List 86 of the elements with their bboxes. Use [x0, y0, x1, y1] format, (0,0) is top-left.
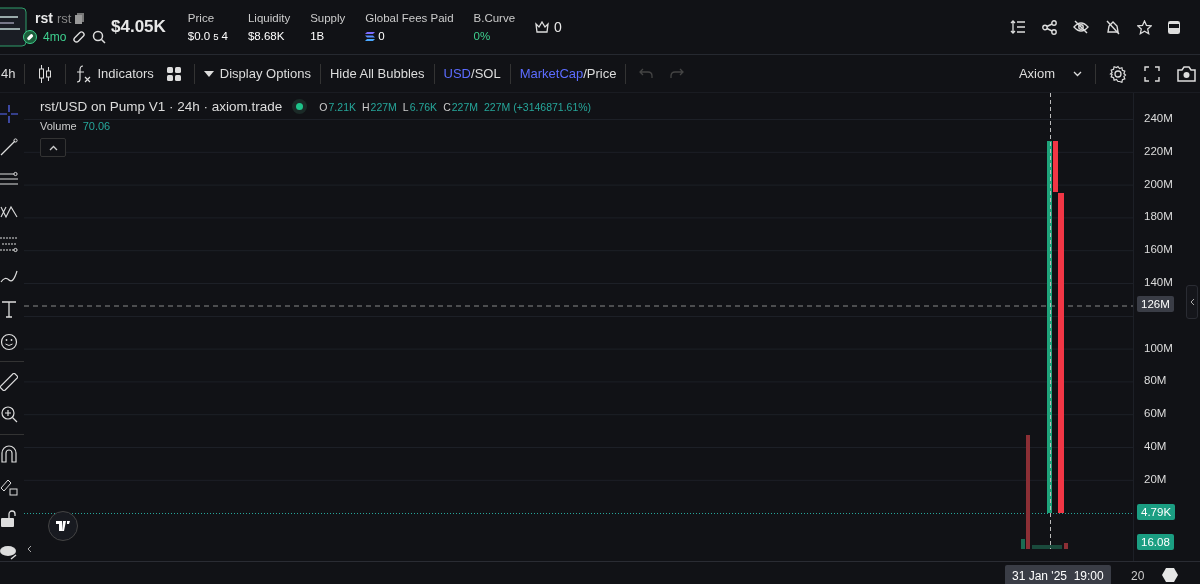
- price-axis-label: 200M: [1144, 177, 1173, 190]
- chevron-left-icon[interactable]: [27, 545, 32, 553]
- stat-label: Supply: [310, 12, 346, 24]
- price-axis-label: 180M: [1144, 210, 1173, 223]
- copy-icon[interactable]: [75, 12, 85, 24]
- price-axis-label: 240M: [1144, 112, 1173, 124]
- token-thumbnail: [0, 6, 27, 48]
- price-axis-label: 60M: [1144, 407, 1167, 420]
- token-name: rst: [56, 10, 72, 26]
- settings-icon[interactable]: [1109, 64, 1127, 83]
- fullscreen-icon[interactable]: [1144, 65, 1160, 82]
- stat-label: B.Curve: [473, 12, 516, 24]
- hlines-tool-icon[interactable]: [0, 170, 18, 188]
- ohlc-value: C227M: [443, 100, 478, 113]
- display-options-button[interactable]: Display Options: [203, 66, 311, 81]
- templates-grid-icon[interactable]: [166, 66, 181, 81]
- solana-icon: [365, 31, 376, 41]
- dropdown-triangle-icon: [203, 70, 214, 77]
- token-age: 4mo: [43, 30, 67, 44]
- volume-label: Volume: [40, 120, 77, 132]
- star-icon[interactable]: [1137, 19, 1152, 35]
- ruler-lines-tool-icon[interactable]: [0, 235, 18, 253]
- candle-style-icon[interactable]: [38, 64, 53, 83]
- chevron-left-icon: [1189, 298, 1195, 306]
- stat-value: 0%: [473, 30, 492, 42]
- price-axis-label: 140M: [1144, 276, 1173, 288]
- price-axis-label: 160M: [1144, 243, 1173, 256]
- toggle-separator: /: [583, 66, 587, 81]
- stat-label: Liquidity: [247, 12, 291, 24]
- collapse-legend-button[interactable]: [40, 138, 66, 157]
- chevron-down-icon: [1073, 70, 1082, 77]
- last-price-label: 4.79K: [1137, 504, 1176, 520]
- search-icon[interactable]: [92, 30, 107, 44]
- price-axis-label: 40M: [1144, 440, 1167, 452]
- hexagon-icon[interactable]: [1162, 567, 1178, 582]
- camera-icon[interactable]: [1177, 65, 1196, 82]
- ruler-tool-icon[interactable]: [0, 372, 18, 391]
- source-dropdown[interactable]: Axiom: [1018, 66, 1082, 81]
- crossed-hat-icon[interactable]: [1105, 19, 1121, 35]
- holder-count: 0: [554, 19, 562, 35]
- token-symbol: rst: [35, 10, 53, 26]
- metric-option[interactable]: MarketCap: [519, 66, 584, 81]
- chevron-up-icon: [48, 144, 58, 151]
- time-axis-label: 20: [1131, 568, 1145, 583]
- metric-option[interactable]: Price: [586, 66, 617, 81]
- panel-layout-icon[interactable]: [1168, 20, 1180, 34]
- share-icon[interactable]: [1042, 19, 1057, 35]
- lock-tool-icon[interactable]: [0, 510, 18, 528]
- price-axis-label: 80M: [1144, 374, 1167, 387]
- stat-value: $8.68K: [247, 30, 286, 42]
- toggle-separator: /: [471, 66, 475, 81]
- price-axis-label: 220M: [1144, 144, 1173, 157]
- function-icon: [75, 64, 92, 83]
- status-dot: [296, 103, 304, 110]
- indicators-button[interactable]: Indicators: [75, 64, 154, 83]
- price-change: 227M (+3146871.61%): [484, 100, 592, 113]
- price-axis-label: 20M: [1144, 472, 1167, 485]
- text-tool-icon[interactable]: [0, 300, 18, 318]
- price-axis-label: 100M: [1144, 341, 1173, 354]
- ohlc-value: O7.21K: [319, 100, 356, 113]
- crown-icon: [535, 21, 550, 33]
- market-cap: $4.05K: [111, 17, 166, 37]
- volume-value: 70.06: [82, 120, 111, 132]
- currency-option[interactable]: SOL: [474, 66, 501, 81]
- hidden-eye-icon[interactable]: [1073, 20, 1089, 34]
- volume-price-label: 16.08: [1137, 534, 1174, 550]
- interval-button[interactable]: 4h: [1, 66, 16, 81]
- chart-title: rst/USD on Pump V1 · 24h · axiom.trade: [40, 99, 283, 114]
- stat-label: Global Fees Paid: [365, 12, 454, 24]
- magnet-tool-icon[interactable]: [0, 445, 18, 463]
- link-icon[interactable]: [72, 30, 87, 44]
- ohlc-value: L6.76K: [402, 100, 438, 113]
- crosshair-time-label: 31 Jan '25 19:00: [1005, 564, 1111, 584]
- stat-label: Price: [187, 12, 216, 24]
- smiley-tool-icon[interactable]: [0, 332, 18, 351]
- line-tool-icon[interactable]: [0, 137, 18, 156]
- crosshair-price-label: 126M: [1137, 296, 1174, 312]
- zoom-tool-icon[interactable]: [0, 405, 18, 423]
- hide-bubbles-button[interactable]: Hide All Bubbles: [329, 66, 425, 81]
- pencil-lock-tool-icon[interactable]: [0, 477, 18, 496]
- tradingview-logo[interactable]: [48, 511, 78, 541]
- sort-list-icon[interactable]: [1010, 20, 1026, 34]
- currency-option[interactable]: USD: [443, 66, 471, 81]
- stat-value: 1B: [310, 30, 326, 42]
- ohlc-value: H227M: [362, 100, 397, 113]
- stat-value: 0: [378, 30, 385, 42]
